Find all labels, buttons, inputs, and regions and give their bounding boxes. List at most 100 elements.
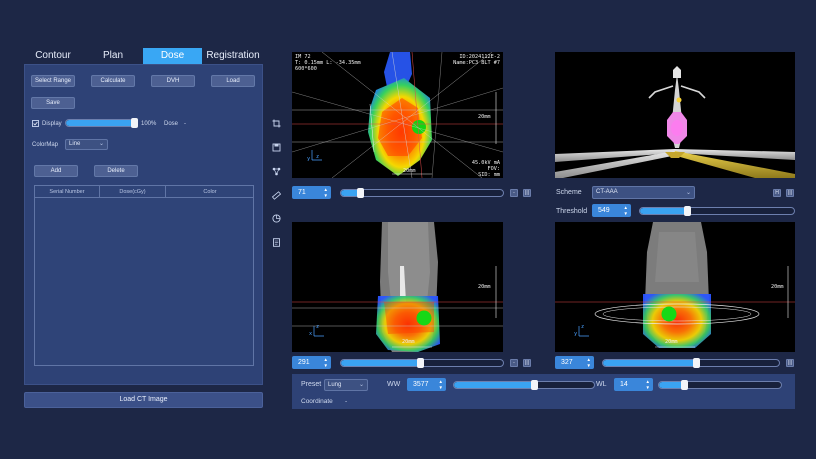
scheme-select[interactable]: CT-AAA ⌄ [592,186,695,199]
axial-info-top-left: IM 72 T: 0.15mm L: -34.35mm 600*600 [295,54,361,72]
ww-value: 3577 [413,381,429,388]
coronal-scale-bottom: 20mm [402,339,415,345]
display-label: Display [42,121,62,127]
wl-spinbox[interactable]: 14 ▲ ▼ [614,378,653,391]
palette-icon[interactable] [272,214,281,223]
axis-y-label: y [307,156,311,162]
coronal-slice-spinbox[interactable]: 291 ▲ ▼ [292,356,331,369]
threshold-slider-handle[interactable] [684,206,692,216]
coronal-slice-value: 291 [298,359,310,366]
tab-registration[interactable]: Registration [203,48,263,64]
save-button[interactable]: Save [31,97,75,109]
coronal-scale-right: 20mm [478,284,491,290]
calculate-button[interactable]: Calculate [91,75,135,87]
coordinate-value: - [345,398,348,405]
crop-icon[interactable] [272,119,281,128]
axial-scale-bottom: 20mm [403,168,416,174]
minus-icon[interactable]: - [510,359,518,367]
colormap-value: Line [69,141,81,147]
save-icon[interactable] [272,143,281,152]
axis-x-label: x [309,331,313,337]
sagittal-slider-fill [603,360,697,366]
preset-label: Preset [301,381,322,388]
axial-info-bottom-right: 45.0kV mA FOV: SID: mm [472,160,500,178]
ww-slider-fill [454,382,534,388]
display-percent: 100% [141,121,157,127]
sagittal-scale-right: 20mm [771,284,784,290]
ruler-icon[interactable] [271,191,282,200]
sagittal-view[interactable]: 20mm 20mm z y [555,222,795,352]
tab-dose[interactable]: Dose [143,48,202,64]
threshold-value: 549 [598,207,610,214]
render3d-view[interactable] [555,52,795,178]
sagittal-ct-image [555,222,795,348]
add-button[interactable]: Add [34,165,78,177]
column-serial-number: Serial Number [49,189,85,195]
ww-slider-handle[interactable] [530,380,538,390]
sagittal-scale-bottom: 20mm [665,339,678,345]
tab-contour[interactable]: Contour [24,48,82,64]
scheme-value: CT-AAA [596,189,618,195]
axis-z-label: z [316,324,320,330]
spin-arrows-icon[interactable]: ▲ ▼ [587,357,591,368]
threshold-slider[interactable] [639,207,795,215]
window-level-bar: Preset Lung ⌄ WW 3577 ▲ ▼ WL 14 ▲ ▼ Coordi… [292,374,795,409]
preset-select[interactable]: Lung ⌄ [324,379,368,391]
axial-view[interactable]: IM 72 T: 0.15mm L: -34.35mm 600*600 ID:2… [292,52,503,178]
spin-arrows-icon[interactable]: ▲ ▼ [439,379,443,390]
document-icon[interactable] [272,238,281,247]
column-color: Color [203,189,217,195]
ww-slider[interactable] [453,381,595,389]
dose-panel: Select Range Calculate DVH Load Save Dis… [24,64,263,385]
axial-slider-handle[interactable] [356,188,364,198]
wl-slider[interactable] [658,381,782,389]
network-icon[interactable] [272,167,281,176]
dose-value: - [184,121,186,127]
threshold-spinbox[interactable]: 549 ▲ ▼ [592,204,631,217]
spin-arrows-icon[interactable]: ▲ ▼ [624,205,628,216]
coordinate-label: Coordinate [301,398,333,405]
wl-slider-handle[interactable] [681,380,689,390]
columns-icon[interactable]: ||| [523,189,531,197]
dvh-button[interactable]: DVH [151,75,195,87]
coronal-view[interactable]: 20mm 20mm z x [292,222,503,352]
axis-z-label: z [316,154,320,160]
select-range-button[interactable]: Select Range [31,75,75,87]
columns-icon[interactable]: ||| [523,359,531,367]
spin-arrows-icon[interactable]: ▲ ▼ [324,187,328,198]
tab-plan[interactable]: Plan [84,48,142,64]
axial-matrix: 600*600 [295,66,317,72]
reset-icon[interactable]: H [773,189,781,197]
load-ct-image-button[interactable]: Load CT Image [24,392,263,408]
spin-arrows-icon[interactable]: ▲ ▼ [646,379,650,390]
display-slider[interactable] [65,119,138,127]
sagittal-slice-spinbox[interactable]: 327 ▲ ▼ [555,356,594,369]
dose-label: Dose [164,121,179,127]
sagittal-slider-handle[interactable] [693,358,701,368]
columns-icon[interactable]: ||| [786,359,794,367]
load-button[interactable]: Load [211,75,255,87]
sagittal-slice-slider[interactable] [602,359,780,367]
delete-button[interactable]: Delete [94,165,138,177]
coronal-ct-image [292,222,503,352]
minus-icon[interactable]: - [510,189,518,197]
ww-spinbox[interactable]: 3577 ▲ ▼ [407,378,446,391]
display-slider-handle[interactable] [131,118,138,128]
display-checkbox[interactable] [32,120,39,127]
coronal-slider-handle[interactable] [417,358,425,368]
colormap-label: ColorMap [32,142,59,148]
dose-level-table: Serial Number Dose(cGy) Color [34,185,254,366]
axial-slice-value: 71 [298,189,306,196]
patient-name: Name:PC3 BLT #7 [453,60,500,66]
colormap-select[interactable]: Line ⌄ [65,139,108,150]
chevron-down-icon: ⌄ [98,141,104,147]
columns-icon[interactable]: ||| [786,189,794,197]
axial-slice-spinbox[interactable]: 71 ▲ ▼ [292,186,331,199]
axis-y-label: y [574,331,578,337]
axial-info-top-right: ID:2024112E-2 Name:PC3 BLT #7 [453,54,500,66]
axial-slice-slider[interactable] [340,189,504,197]
spin-arrows-icon[interactable]: ▲ ▼ [324,357,328,368]
threshold-slider-fill [640,208,688,214]
chevron-down-icon: ⌄ [358,382,364,388]
ww-label: WW [387,381,401,388]
